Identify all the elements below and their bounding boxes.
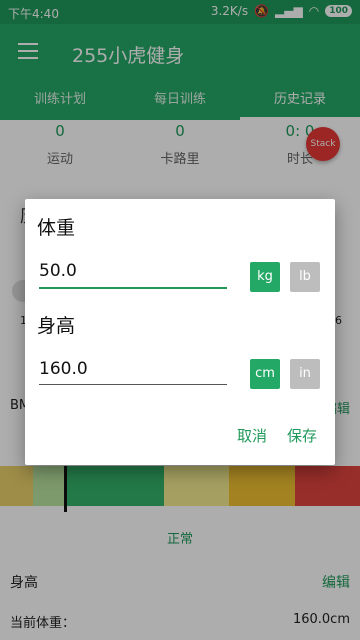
weight-unit-lb-button[interactable]: lb — [290, 262, 320, 292]
height-input-underline — [39, 384, 227, 385]
save-button[interactable]: 保存 — [287, 425, 317, 446]
height-unit-cm-button[interactable]: cm — [250, 359, 280, 389]
height-unit-in-button[interactable]: in — [290, 359, 320, 389]
height-title: 身高 — [37, 315, 76, 337]
height-input[interactable] — [39, 355, 225, 383]
dim-overlay-top[interactable] — [0, 0, 360, 120]
weight-title: 体重 — [37, 217, 76, 239]
weight-input-underline — [39, 287, 227, 289]
weight-height-dialog: 体重 kg lb 身高 cm in 取消 保存 — [25, 199, 335, 465]
dialog-actions: 取消 保存 — [237, 425, 317, 446]
weight-input[interactable] — [39, 257, 225, 285]
weight-unit-kg-button[interactable]: kg — [250, 262, 280, 292]
cancel-button[interactable]: 取消 — [237, 425, 267, 446]
